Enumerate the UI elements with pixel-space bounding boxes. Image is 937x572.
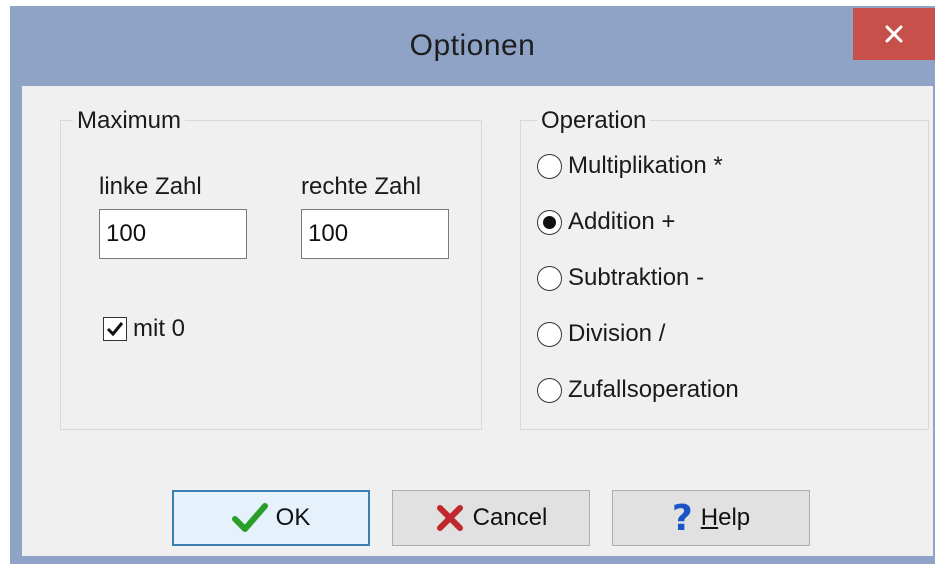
ok-button-label: OK: [275, 504, 311, 531]
radio-multiplication[interactable]: Multiplikation *: [537, 149, 723, 183]
radio-label: Subtraktion -: [568, 264, 705, 291]
cancel-button-label: Cancel: [472, 504, 548, 531]
options-dialog: Optionen Maximum linke Zahl rechte Zahl …: [10, 6, 935, 564]
operation-legend: Operation: [537, 107, 651, 135]
radio-label: Addition +: [568, 208, 676, 235]
with-zero-checkbox[interactable]: [103, 317, 127, 341]
radio-selected-dot: [543, 215, 556, 229]
radio-division[interactable]: Division /: [537, 317, 665, 351]
radio-label: Zufallsoperation: [568, 376, 739, 403]
radio-button[interactable]: [537, 321, 562, 347]
title-bar[interactable]: Optionen: [10, 6, 935, 86]
left-number-label: linke Zahl: [99, 173, 202, 200]
operation-group: Operation Multiplikation * Addition + Su…: [520, 107, 929, 430]
maximum-group: Maximum linke Zahl rechte Zahl 100 100 m…: [60, 107, 482, 430]
radio-label: Division /: [568, 320, 666, 347]
checkmark-icon: [231, 503, 268, 533]
radio-random[interactable]: Zufallsoperation: [537, 373, 739, 407]
question-mark-icon: ?: [671, 497, 693, 539]
radio-button[interactable]: [537, 265, 562, 291]
dialog-client-area: Maximum linke Zahl rechte Zahl 100 100 m…: [22, 86, 933, 556]
help-button[interactable]: ? Help: [612, 490, 810, 546]
x-icon: [435, 503, 465, 533]
right-number-label: rechte Zahl: [301, 173, 422, 200]
radio-addition[interactable]: Addition +: [537, 205, 675, 239]
help-button-label: Help: [701, 504, 750, 532]
right-number-input[interactable]: 100: [301, 209, 449, 259]
help-accelerator-key: H: [700, 504, 719, 531]
radio-button[interactable]: [537, 153, 562, 179]
cancel-button[interactable]: Cancel: [392, 490, 590, 546]
window-title: Optionen: [409, 29, 536, 62]
radio-button[interactable]: [537, 377, 562, 403]
radio-label: Multiplikation *: [568, 152, 723, 179]
with-zero-label: mit 0: [133, 315, 186, 342]
close-icon: [885, 25, 903, 43]
left-number-input[interactable]: 100: [99, 209, 247, 259]
ok-button[interactable]: OK: [172, 490, 370, 546]
close-button[interactable]: [853, 8, 935, 60]
maximum-legend: Maximum: [73, 107, 186, 135]
radio-button[interactable]: [537, 209, 562, 235]
help-label-rest: elp: [718, 504, 751, 531]
check-mark-icon: [106, 322, 124, 337]
radio-subtraction[interactable]: Subtraktion -: [537, 261, 704, 295]
